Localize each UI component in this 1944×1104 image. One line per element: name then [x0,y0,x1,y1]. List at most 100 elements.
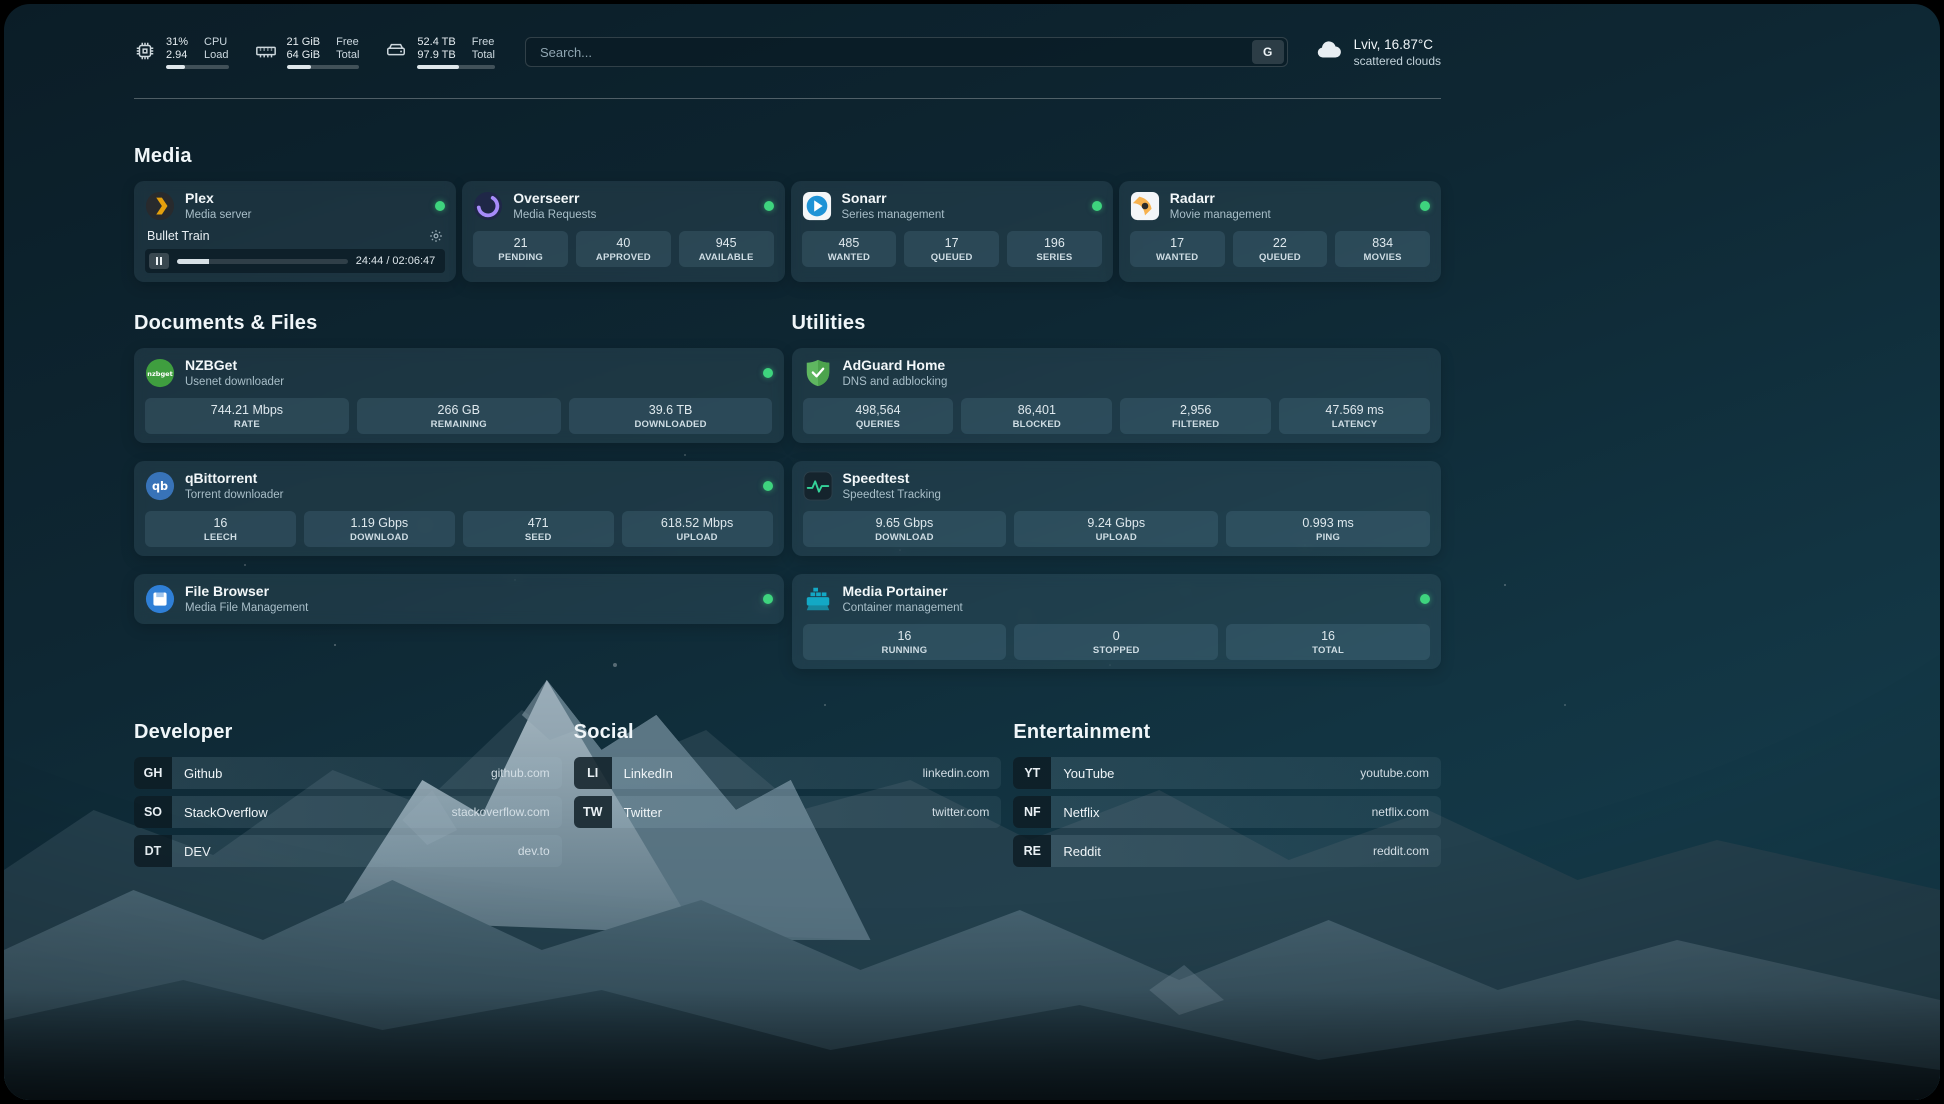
cpu-progress-bar [166,65,229,69]
documents-cards-col: nzbgetNZBGetUsenet downloader744.21 Mbps… [134,348,784,624]
service-card-nzbget[interactable]: nzbgetNZBGetUsenet downloader744.21 Mbps… [134,348,784,443]
search-bar[interactable]: G [525,37,1288,67]
weather-condition: scattered clouds [1354,54,1441,68]
search-input[interactable] [538,44,1252,61]
stat-value: 834 [1337,236,1428,251]
service-card-header: OverseerrMedia Requests [473,190,773,222]
service-name: File Browser [185,583,308,600]
bookmark-abbr: TW [574,796,612,828]
service-stats: 485WANTED17QUEUED196SERIES [802,231,1102,267]
service-description: Media server [185,208,251,222]
ram-widget: 21 GiB Free 64 GiB Total [255,36,360,69]
svg-text:nzbget: nzbget [147,370,172,378]
bookmark-abbr: YT [1013,757,1051,789]
service-card-adguard[interactable]: AdGuard HomeDNS and adblocking498,564QUE… [792,348,1442,443]
bookmark-url: youtube.com [1360,766,1441,780]
stat-value: 618.52 Mbps [624,516,771,531]
topbar-divider [134,98,1441,99]
service-card-filebrowser[interactable]: File BrowserMedia File Management [134,574,784,624]
playback-progress-bar [177,259,348,264]
stat-tile: 485WANTED [802,231,897,267]
bookmark-abbr: SO [134,796,172,828]
stat-label: PING [1228,532,1428,543]
ram-free: 21 GiB [287,36,321,49]
stat-value: 498,564 [805,403,952,418]
status-dot [763,368,773,378]
status-dot [1092,201,1102,211]
stat-value: 266 GB [359,403,559,418]
service-description: Container management [843,601,963,615]
status-dot [764,201,774,211]
stat-value: 16 [147,516,294,531]
service-description: Usenet downloader [185,375,284,389]
service-card-sonarr[interactable]: SonarrSeries management 485WANTED17QUEUED… [791,181,1113,282]
ram-progress-bar [287,65,360,69]
player-progress-row: 24:44 / 02:06:47 [145,249,445,273]
stat-label: UPLOAD [624,532,771,543]
pause-button[interactable] [149,253,169,269]
utilities-cards-col: AdGuard HomeDNS and adblocking498,564QUE… [792,348,1442,669]
service-card-header: File BrowserMedia File Management [145,583,773,615]
top-bar: 31% CPU 2.94 Load 21 GiB Free 64 GiB [134,30,1441,74]
service-card-radarr[interactable]: RadarrMovie management17WANTED22QUEUED83… [1119,181,1441,282]
disk-widget: 52.4 TB Free 97.9 TB Total [385,36,495,69]
stat-label: QUEUED [1235,252,1326,263]
sonarr-icon [802,191,832,221]
stat-label: RUNNING [805,645,1005,656]
stat-label: WANTED [1132,252,1223,263]
service-description: Media Requests [513,208,596,222]
bookmark-link-dev[interactable]: DTDEVdev.to [134,835,562,867]
bookmark-link-github[interactable]: GHGithubgithub.com [134,757,562,789]
stat-label: REMAINING [359,419,559,430]
bookmark-link-twitter[interactable]: TWTwittertwitter.com [574,796,1002,828]
bookmark-name: Github [172,766,491,781]
disk-total: 97.9 TB [417,49,455,62]
service-card-qbittorrent[interactable]: qbqBittorrentTorrent downloader16LEECH1.… [134,461,784,556]
service-card-header: RadarrMovie management [1130,190,1430,222]
stat-label: PENDING [475,252,566,263]
service-description: Movie management [1170,208,1271,222]
service-card-speedtest[interactable]: SpeedtestSpeedtest Tracking9.65 GbpsDOWN… [792,461,1442,556]
now-playing-title: Bullet Train [147,229,210,243]
search-provider-button[interactable]: G [1252,40,1284,64]
stat-tile: 0STOPPED [1014,624,1218,660]
bookmark-link-youtube[interactable]: YTYouTubeyoutube.com [1013,757,1441,789]
stat-tile: 47.569 msLATENCY [1279,398,1430,434]
bookmark-link-stackoverflow[interactable]: SOStackOverflowstackoverflow.com [134,796,562,828]
bookmark-group-title: Social [574,721,1002,744]
stat-label: RATE [147,419,347,430]
stat-label: UPLOAD [1016,532,1216,543]
service-card-portainer[interactable]: Media PortainerContainer management 16RUN… [792,574,1442,669]
playback-progress-fill [177,259,209,264]
documents-section-title: Documents & Files [134,312,784,335]
adguard-icon [803,358,833,388]
service-card-overseerr[interactable]: OverseerrMedia Requests21PENDING40APPROV… [462,181,784,282]
service-description: Series management [842,208,945,222]
stat-value: 40 [578,236,669,251]
service-card-header: Media PortainerContainer management [803,583,1431,615]
service-stats: 744.21 MbpsRATE266 GBREMAINING39.6 TBDOW… [145,398,773,434]
bookmark-link-reddit[interactable]: RERedditreddit.com [1013,835,1441,867]
service-card-header: AdGuard HomeDNS and adblocking [803,357,1431,389]
bookmark-link-netflix[interactable]: NFNetflixnetflix.com [1013,796,1441,828]
stat-label: LEECH [147,532,294,543]
service-info: NZBGetUsenet downloader [185,357,284,389]
stat-tile: 16LEECH [145,511,296,547]
settings-gear-icon[interactable] [429,229,443,243]
nzbget-icon: nzbget [145,358,175,388]
bookmark-link-linkedin[interactable]: LILinkedInlinkedin.com [574,757,1002,789]
bookmark-name: Twitter [612,805,932,820]
service-name: Radarr [1170,190,1271,207]
stat-tile: 21PENDING [473,231,568,267]
stat-value: 196 [1009,236,1100,251]
service-info: AdGuard HomeDNS and adblocking [843,357,948,389]
stat-value: 471 [465,516,612,531]
service-card-plex[interactable]: PlexMedia serverBullet Train24:44 / 02:0… [134,181,456,282]
stat-tile: 2,956FILTERED [1120,398,1271,434]
service-name: NZBGet [185,357,284,374]
bookmark-url: stackoverflow.com [452,805,562,819]
bookmark-abbr: RE [1013,835,1051,867]
service-info: SonarrSeries management [842,190,945,222]
stat-value: 9.65 Gbps [805,516,1005,531]
stat-value: 16 [805,629,1005,644]
